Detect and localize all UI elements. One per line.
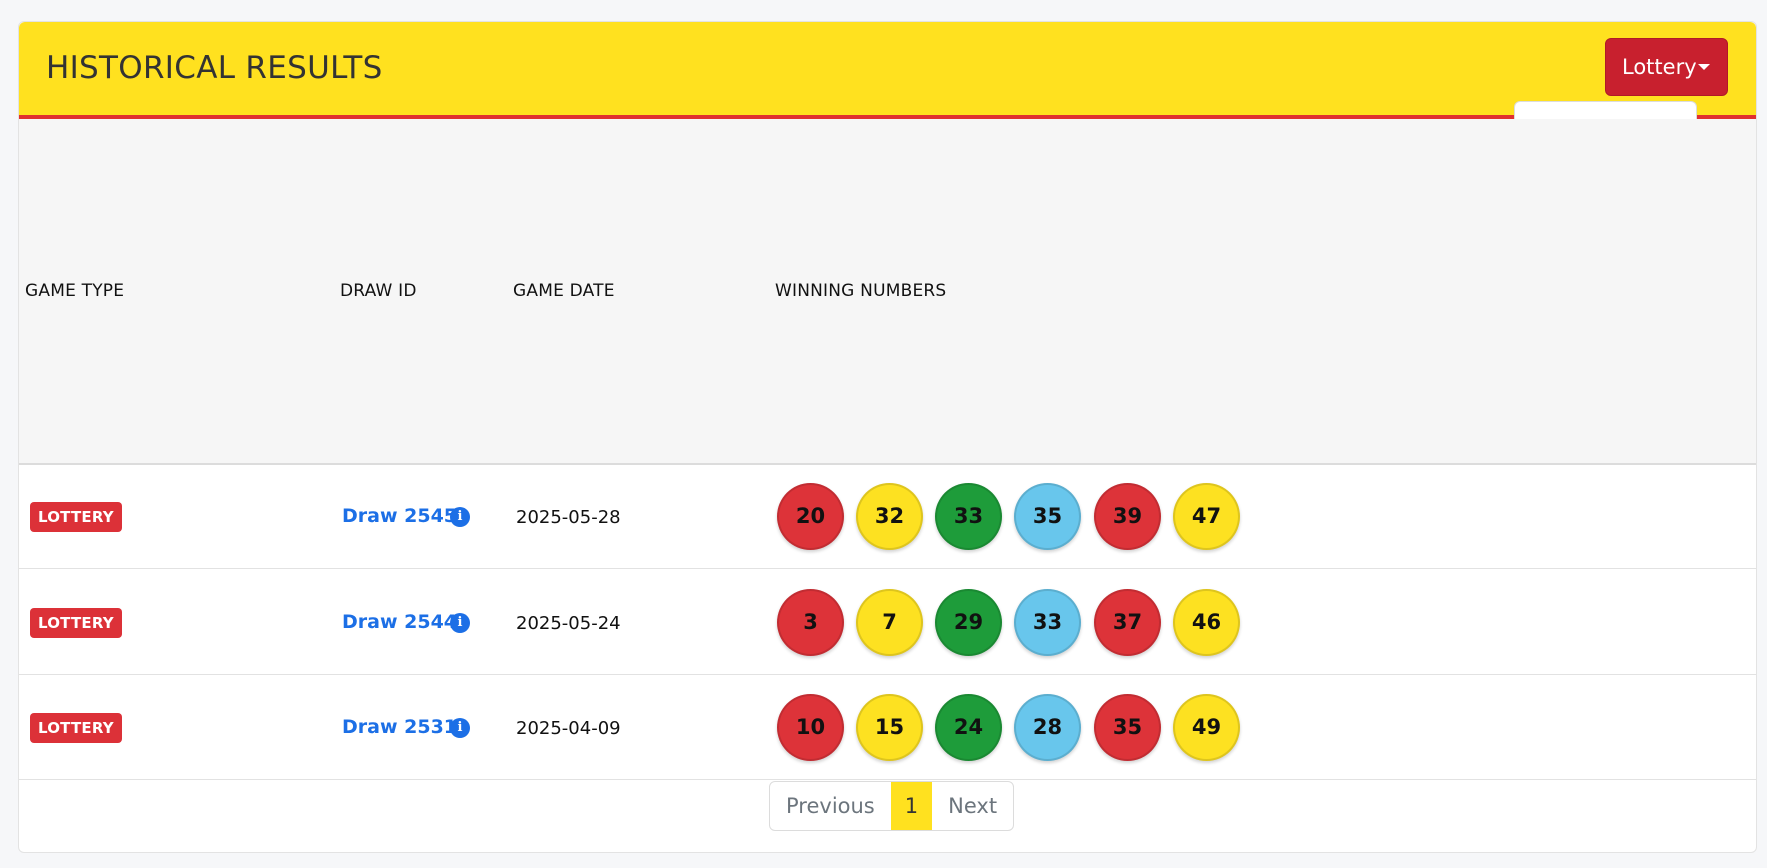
page-title: HISTORICAL RESULTS [46,50,383,86]
table-row: LOTTERY Draw 2531 i 2025-04-09 10 15 24 28 35 49 [19,674,1756,780]
number-ball: 15 [856,694,923,761]
table-header: GAME TYPE DRAW ID GAME DATE WINNING NUMB… [19,119,1756,465]
game-date: 2025-05-28 [516,507,621,528]
game-type-dropdown-button[interactable]: Lottery [1605,38,1728,96]
dropdown-menu [1514,101,1697,121]
game-date: 2025-05-24 [516,613,621,634]
next-page-button[interactable]: Next [932,782,1013,830]
column-header-winning-numbers: WINNING NUMBERS [775,281,947,301]
game-date: 2025-04-09 [516,718,621,739]
number-ball: 35 [1014,483,1081,550]
number-ball: 29 [935,589,1002,656]
number-ball: 10 [777,694,844,761]
draw-id-link[interactable]: Draw 2531 [342,716,457,738]
number-ball: 20 [777,483,844,550]
caret-down-icon [1698,64,1710,70]
dropdown-label: Lottery [1622,55,1697,79]
number-ball: 35 [1094,694,1161,761]
column-header-draw-id: DRAW ID [340,281,417,301]
column-header-game-date: GAME DATE [513,281,615,301]
info-icon[interactable]: i [450,507,470,527]
number-ball: 47 [1173,483,1240,550]
number-ball: 39 [1094,483,1161,550]
game-type-badge: LOTTERY [30,713,122,743]
number-ball: 3 [777,589,844,656]
draw-id-link[interactable]: Draw 2544 [342,611,457,633]
game-type-badge: LOTTERY [30,502,122,532]
table-row: LOTTERY Draw 2544 i 2025-05-24 3 7 29 33 37 46 [19,569,1756,675]
table-row: LOTTERY Draw 2545 i 2025-05-28 20 32 33 35 39 47 [19,463,1756,569]
results-card: HISTORICAL RESULTS Lottery GAME TYPE DRA… [18,21,1757,853]
card-header: HISTORICAL RESULTS Lottery [19,22,1756,119]
number-ball: 37 [1094,589,1161,656]
page-1-button[interactable]: 1 [890,782,933,830]
previous-page-button[interactable]: Previous [770,782,891,830]
number-ball: 33 [1014,589,1081,656]
number-ball: 24 [935,694,1002,761]
number-ball: 49 [1173,694,1240,761]
draw-id-link[interactable]: Draw 2545 [342,505,457,527]
info-icon[interactable]: i [450,613,470,633]
number-ball: 32 [856,483,923,550]
number-ball: 28 [1014,694,1081,761]
pagination: Previous 1 Next [769,781,1015,831]
number-ball: 46 [1173,589,1240,656]
column-header-game-type: GAME TYPE [25,281,125,301]
number-ball: 7 [856,589,923,656]
number-ball: 33 [935,483,1002,550]
info-icon[interactable]: i [450,718,470,738]
game-type-badge: LOTTERY [30,608,122,638]
